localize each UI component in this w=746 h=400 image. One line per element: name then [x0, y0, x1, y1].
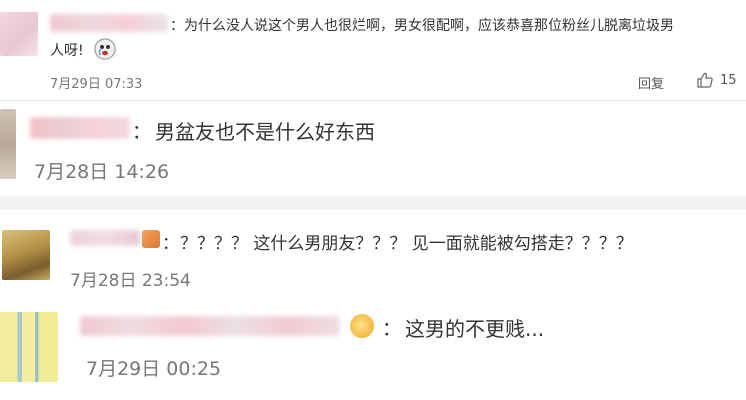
comment-item: ： 男盆友也不是什么好东西 7月28日 14:26 — [0, 101, 746, 196]
comment-time: 7月28日 23:54 — [70, 271, 191, 291]
username[interactable] — [70, 230, 140, 246]
username[interactable] — [50, 14, 168, 32]
comment-text-continued: 人呀! — [50, 43, 84, 59]
divider — [0, 197, 746, 198]
comment-time: 7月29日 07:33 — [50, 77, 143, 92]
comment-text: 这男的不更贱... — [405, 317, 545, 341]
emoji-icon — [350, 314, 374, 338]
emoji-icon — [142, 230, 160, 248]
comment-text: ？？？？ 这什么男朋友？？？ 见一面就能被勾搭走？？？？ — [180, 234, 633, 254]
crying-face-emoji-icon — [94, 38, 116, 60]
avatar[interactable] — [2, 230, 50, 280]
comment-text: 男盆友也不是什么好东西 — [155, 120, 375, 144]
username[interactable] — [80, 316, 340, 336]
avatar[interactable] — [0, 312, 58, 382]
comment-time: 7月29日 00:25 — [86, 358, 222, 380]
avatar[interactable] — [0, 109, 16, 179]
colon-separator: ： — [132, 121, 152, 143]
like-count: 15 — [720, 73, 737, 88]
username[interactable] — [30, 117, 130, 139]
comment-item: ： ？？？？ 这什么男朋友？？？ 见一面就能被勾搭走？？？？ 7月28日 23:… — [0, 210, 746, 298]
colon-separator: ： — [162, 234, 179, 254]
comment-item: ： 这男的不更贱... 7月29日 00:25 — [0, 298, 746, 400]
colon-separator: ： — [382, 318, 402, 340]
comment-item: ：为什么没人说这个男人也很烂啊，男女很配啊，应该恭喜那位粉丝儿脱离垃圾男 人呀!… — [0, 0, 746, 100]
avatar[interactable] — [0, 12, 38, 56]
thumbs-up-icon[interactable] — [696, 71, 714, 89]
comment-panel — [0, 298, 746, 400]
reply-button[interactable]: 回复 — [638, 73, 664, 92]
comment-text: ：为什么没人说这个男人也很烂啊，男女很配啊，应该恭喜那位粉丝儿脱离垃圾男 — [170, 18, 674, 34]
comment-time: 7月28日 14:26 — [34, 161, 170, 183]
